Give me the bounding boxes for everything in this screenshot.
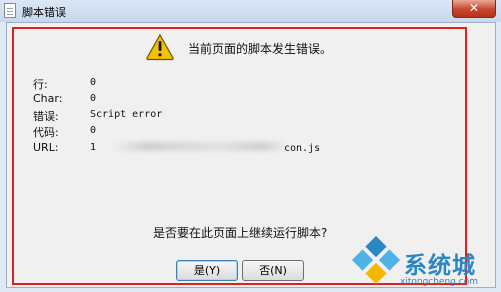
error-value: Script error xyxy=(90,109,163,120)
close-button[interactable]: ✕ xyxy=(452,0,496,18)
line-label: 行: xyxy=(33,78,48,91)
url-redacted xyxy=(112,142,288,151)
title-bar: 脚本错误 xyxy=(0,0,501,22)
char-label: Char: xyxy=(33,92,63,105)
url-label: URL: xyxy=(33,141,59,154)
yes-button[interactable]: 是(Y) xyxy=(176,260,238,281)
continue-question: 是否要在此页面上继续运行脚本? xyxy=(153,226,328,240)
code-value: 0 xyxy=(90,125,97,136)
window-title: 脚本错误 xyxy=(22,6,66,19)
watermark-url: xitongcheng.com xyxy=(400,277,478,287)
url-value-end: con.js xyxy=(284,143,321,154)
watermark-brand: 系统城 xyxy=(404,253,476,279)
warning-icon xyxy=(146,33,174,61)
error-label: 错误: xyxy=(33,110,59,123)
no-button[interactable]: 否(N) xyxy=(242,260,304,281)
char-value: 0 xyxy=(90,93,97,104)
url-value-start: 1 xyxy=(90,142,97,153)
line-value: 0 xyxy=(90,77,97,88)
error-headline: 当前页面的脚本发生错误。 xyxy=(188,42,333,56)
document-icon xyxy=(4,3,16,18)
code-label: 代码: xyxy=(33,126,59,139)
